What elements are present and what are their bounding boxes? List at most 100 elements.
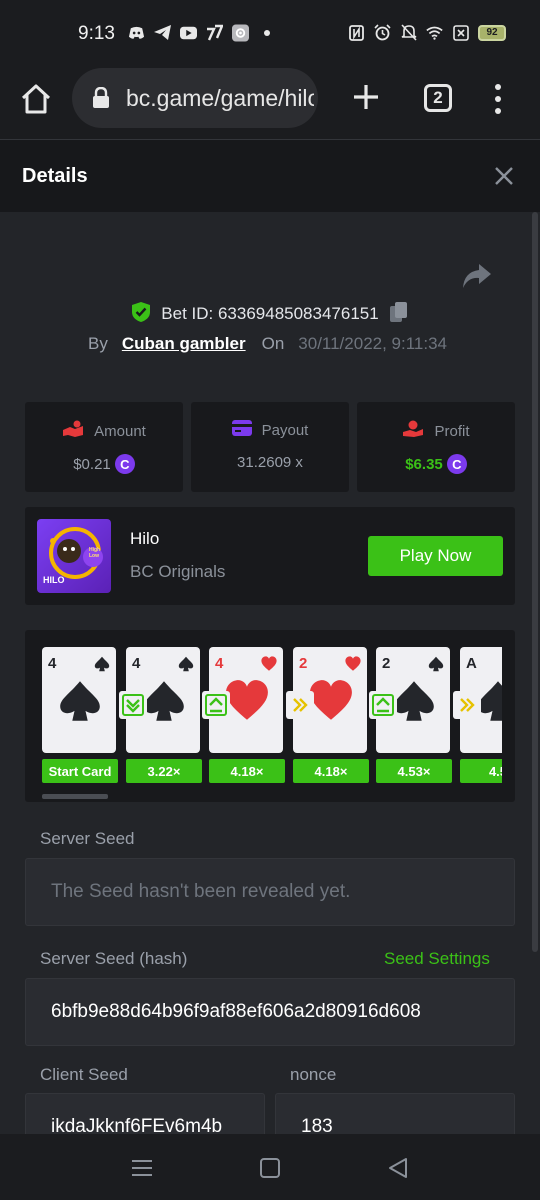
card-multiplier-label: 4.53× <box>376 759 452 783</box>
home-button[interactable] <box>18 81 54 117</box>
bet-author-row: By Cuban gambler On 30/11/2022, 9:11:34 <box>88 334 447 354</box>
client-seed-field[interactable]: ikdaJkknf6FEv6m4b <box>25 1093 265 1134</box>
status-time: 9:13 <box>78 23 115 44</box>
payout-stat: Payout 31.2609 x <box>191 402 349 492</box>
menu-lines-icon <box>132 1160 152 1176</box>
nonce-label: nonce <box>290 1065 337 1084</box>
share-button[interactable] <box>462 262 492 290</box>
screen: 9:13 92 bc.game/game/hilo 2 Details Bet … <box>0 0 540 1200</box>
tab-switcher-button[interactable]: 2 <box>424 84 452 112</box>
back-nav-button[interactable] <box>386 1156 410 1180</box>
battery-indicator: 92 <box>478 24 506 41</box>
app-icon <box>206 24 223 41</box>
spade-suit-icon <box>392 679 436 723</box>
amount-stat: Amount $0.21 C <box>25 402 183 492</box>
card-multiplier-label: 4.18× <box>209 759 285 783</box>
profit-icon <box>402 420 424 442</box>
close-button[interactable] <box>492 164 516 188</box>
bet-id-row: Bet ID: 63369485083476151 <box>0 300 540 328</box>
seed-settings-link[interactable]: Seed Settings <box>384 949 490 969</box>
card-rank: 4 <box>132 655 141 672</box>
alarm-icon <box>374 24 391 41</box>
address-bar[interactable]: bc.game/game/hilo <box>72 68 318 128</box>
status-bar: 9:13 92 <box>0 0 540 66</box>
recent-apps-button[interactable] <box>130 1156 154 1180</box>
nonce-field[interactable]: 183 <box>275 1093 515 1134</box>
payout-value: 31.2609 x <box>237 454 303 471</box>
card-strip-scrollbar[interactable] <box>42 794 108 799</box>
client-seed-value: ikdaJkknf6FEv6m4b <box>51 1116 223 1134</box>
spade-suit-icon <box>58 679 102 723</box>
card-rank: 2 <box>299 655 308 672</box>
higher-arrow-icon <box>202 691 230 719</box>
card-strip[interactable]: 4 Start Card 4 3.22× 4 4.18× 2 4.18× 2 4.53× A 4.5 <box>42 647 502 787</box>
bet-date: 30/11/2022, 9:11:34 <box>298 334 448 353</box>
verified-shield-icon <box>131 301 151 328</box>
card-multiplier-label: 4.5 <box>460 759 502 783</box>
heart-suit-icon <box>261 656 277 672</box>
profit-stat: Profit $6.35 C <box>357 402 515 492</box>
nfc-icon <box>348 24 365 41</box>
plus-icon <box>354 85 378 109</box>
nonce-value: 183 <box>301 1116 333 1134</box>
bcd-coin-icon: C <box>114 454 135 474</box>
card-multiplier-label: 3.22× <box>126 759 202 783</box>
home-nav-button[interactable] <box>258 1156 282 1180</box>
lower-arrow-icon <box>119 691 147 719</box>
details-title: Details <box>22 165 88 187</box>
back-triangle-icon <box>389 1158 407 1178</box>
dot-icon <box>258 24 275 41</box>
mute-icon <box>400 24 417 41</box>
wifi-icon <box>426 24 443 41</box>
spade-suit-icon <box>142 679 186 723</box>
browser-menu-button[interactable] <box>488 82 508 116</box>
by-label: By <box>88 334 108 353</box>
youtube-icon <box>180 24 197 41</box>
system-nav-bar <box>0 1134 540 1200</box>
discord-icon <box>128 24 145 41</box>
thumb-label: HILO <box>43 575 65 585</box>
server-hash-field[interactable]: 6bfb9e88d64b96f9af88ef606a2d80916d608 <box>25 978 515 1046</box>
bet-id: Bet ID: 63369485083476151 <box>161 304 379 323</box>
sim-icon <box>452 24 469 41</box>
client-seed-label: Client Seed <box>40 1065 128 1084</box>
url-text: bc.game/game/hilo <box>126 85 314 111</box>
notification-icons <box>128 24 275 41</box>
card-rank: 4 <box>215 655 224 672</box>
heart-suit-icon <box>345 656 361 672</box>
higher-arrow-icon <box>369 691 397 719</box>
share-icon <box>463 264 491 288</box>
bcd-coin-icon: C <box>446 454 467 474</box>
game-card: High Low HILO Hilo BC Originals Play Now <box>25 507 515 605</box>
amount-label: Amount <box>94 422 146 440</box>
square-icon <box>260 1158 280 1178</box>
server-seed-label: Server Seed <box>40 829 135 848</box>
home-icon <box>21 84 51 114</box>
user-link[interactable]: Cuban gambler <box>122 334 246 354</box>
server-seed-field: The Seed hasn't been revealed yet. <box>25 858 515 926</box>
new-tab-button[interactable] <box>348 79 384 115</box>
profit-label: Profit <box>434 422 470 440</box>
on-label: On <box>261 334 285 353</box>
details-header: Details <box>0 140 540 212</box>
game-name: Hilo <box>130 529 160 548</box>
close-icon <box>495 167 513 185</box>
spade-suit-icon <box>94 656 110 672</box>
card-rank: A <box>466 655 477 672</box>
play-now-button[interactable]: Play Now <box>368 536 503 576</box>
hilo-game-thumbnail[interactable]: High Low HILO <box>37 519 111 593</box>
card-history: 4 Start Card 4 3.22× 4 4.18× 2 4.18× 2 4.53× A 4.5 <box>25 630 515 802</box>
playing-card: 4 <box>42 647 116 753</box>
card-multiplier-label: 4.18× <box>293 759 369 783</box>
copy-icon[interactable] <box>389 301 409 328</box>
card-rank: 4 <box>48 655 57 672</box>
card-multiplier-label: Start Card <box>42 759 118 783</box>
settings-app-icon <box>232 24 249 41</box>
thumb-badge: High Low <box>89 547 101 559</box>
lock-icon <box>92 86 110 109</box>
amount-value: $0.21 <box>73 455 111 473</box>
spade-suit-icon <box>178 656 194 672</box>
payout-icon <box>231 420 252 440</box>
profit-value: $6.35 <box>405 455 443 473</box>
heart-suit-icon <box>225 679 269 723</box>
